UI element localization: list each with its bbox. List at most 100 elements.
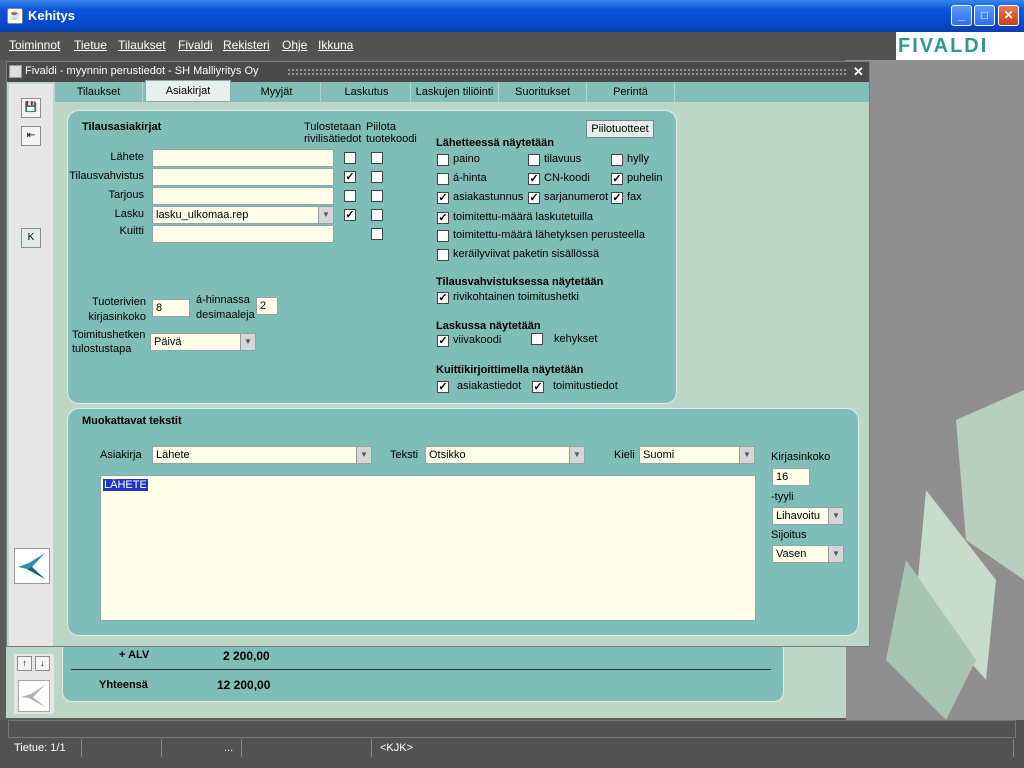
asiakastunnus-label: asiakastunnus [453, 191, 524, 203]
lahete-print-checkbox[interactable] [344, 152, 356, 164]
totals-panel: + ALV 2 200,00 Yhteensä 12 200,00 [62, 640, 784, 702]
menu-ohje[interactable]: Ohje [282, 38, 307, 52]
picking-lines-checkbox[interactable] [437, 249, 449, 261]
tab-myyjat[interactable]: Myyjät [233, 82, 321, 102]
inner-close-button[interactable]: ✕ [853, 64, 864, 80]
tilausvahvistus-field[interactable] [152, 168, 334, 186]
lahete-field[interactable] [152, 149, 334, 167]
position-select[interactable]: Vasen ▼ [772, 545, 844, 563]
paino-checkbox[interactable] [437, 154, 449, 166]
lahete-hide-checkbox[interactable] [371, 152, 383, 164]
piilotuotteet-button[interactable]: Piilotuotteet [586, 120, 654, 138]
sarjanumerot-checkbox[interactable]: ✓ [528, 192, 540, 204]
tab-laskutus[interactable]: Laskutus [323, 82, 411, 102]
title-pattern [287, 68, 847, 76]
customer-info-checkbox[interactable]: ✓ [437, 381, 449, 393]
menu-tilaukset[interactable]: Tilaukset [118, 38, 166, 52]
tab-bar: Tilaukset Asiakirjat Myyjät Laskutus Las… [55, 80, 869, 102]
documents-title: Tilausasiakirjat [82, 121, 162, 133]
fax-checkbox[interactable]: ✓ [611, 192, 623, 204]
side-toolbar: 💾 ⇤ K [9, 84, 53, 646]
kieli-select[interactable]: Suomi ▼ [639, 446, 755, 464]
app-title-bar: ☕ Kehitys _ □ ✕ [0, 0, 1024, 32]
frames-label: kehykset [554, 333, 598, 345]
divider [71, 669, 771, 670]
frames-checkbox[interactable] [531, 333, 543, 345]
menu-fivaldi[interactable]: Fivaldi [178, 38, 213, 52]
font-size-field[interactable]: 8 [152, 299, 190, 317]
kieli-value: Suomi [643, 449, 675, 461]
lasku-hide-checkbox[interactable] [371, 209, 383, 221]
a-hinta-label: á-hinta [453, 172, 487, 184]
hide-product-code-header: Piilota tuotekoodi [366, 121, 417, 145]
maximize-button[interactable]: □ [974, 5, 995, 26]
app-title: Kehitys [28, 8, 75, 23]
tab-perinta[interactable]: Perintä [587, 82, 675, 102]
tab-asiakirjat[interactable]: Asiakirjat [145, 80, 231, 102]
barcode-checkbox[interactable]: ✓ [437, 335, 449, 347]
hylly-checkbox[interactable] [611, 154, 623, 166]
chevron-down-icon[interactable]: ▼ [828, 508, 843, 524]
menu-bar: Toiminnot Tietue Tilaukset Fivaldi Rekis… [0, 32, 1024, 60]
tarjous-print-checkbox[interactable] [344, 190, 356, 202]
tilavuus-checkbox[interactable] [528, 154, 540, 166]
font-size-field[interactable]: 16 [772, 468, 810, 486]
chevron-down-icon[interactable]: ▼ [240, 334, 255, 350]
delivery-info-checkbox[interactable]: ✓ [532, 381, 544, 393]
delivered-invoiced-checkbox[interactable]: ✓ [437, 212, 449, 224]
fivaldi-leaf-icon [18, 680, 50, 712]
font-style-value: Lihavoitu [776, 510, 821, 522]
teksti-select[interactable]: Otsikko ▼ [425, 446, 585, 464]
tilausvahvistus-hide-checkbox[interactable] [371, 171, 383, 183]
puhelin-checkbox[interactable]: ✓ [611, 173, 623, 185]
print-line-info-header: Tulostetaan rivilisätiedot [304, 121, 362, 145]
chevron-down-icon[interactable]: ▼ [828, 546, 843, 562]
tarjous-label: Tarjous [108, 189, 144, 201]
font-style-select[interactable]: Lihavoitu ▼ [772, 507, 844, 525]
asiakirja-select[interactable]: Lähete ▼ [152, 446, 372, 464]
tilausvahvistus-label: Tilausvahvistus [69, 170, 144, 182]
minimize-button[interactable]: _ [951, 5, 972, 26]
delivery-print-label: Toimitushetken tulostustapa [72, 329, 146, 355]
tab-suoritukset[interactable]: Suoritukset [499, 82, 587, 102]
tilausvahvistus-print-checkbox[interactable]: ✓ [344, 171, 356, 183]
k-button[interactable]: K [21, 228, 41, 248]
chevron-down-icon[interactable]: ▼ [569, 447, 584, 463]
arrow-down-icon[interactable]: ↓ [35, 656, 50, 671]
custom-text-area[interactable]: LÄHETE [100, 475, 756, 621]
window-icon [9, 65, 22, 78]
line-delivery-time-checkbox[interactable]: ✓ [437, 292, 449, 304]
leaf-decoration-icon [886, 390, 1024, 720]
menu-ikkuna[interactable]: Ikkuna [318, 38, 353, 52]
tab-tilaukset[interactable]: Tilaukset [55, 82, 143, 102]
chevron-down-icon[interactable]: ▼ [739, 447, 754, 463]
delivered-shipment-checkbox[interactable] [437, 230, 449, 242]
save-icon[interactable]: 💾 [21, 98, 41, 118]
chevron-down-icon[interactable]: ▼ [356, 447, 371, 463]
lasku-select[interactable]: lasku_ulkomaa.rep ▼ [152, 206, 334, 224]
kuitti-hide-checkbox[interactable] [371, 228, 383, 240]
teksti-label: Teksti [390, 449, 419, 461]
menu-rekisteri[interactable]: Rekisteri [223, 38, 270, 52]
tarjous-field[interactable] [152, 187, 334, 205]
asiakastunnus-checkbox[interactable]: ✓ [437, 192, 449, 204]
teksti-value: Otsikko [429, 449, 466, 461]
decimals-field[interactable]: 2 [256, 297, 278, 315]
lasku-print-checkbox[interactable]: ✓ [344, 209, 356, 221]
chevron-down-icon[interactable]: ▼ [318, 207, 333, 223]
close-button[interactable]: ✕ [998, 5, 1019, 26]
delivery-print-select[interactable]: Päivä ▼ [150, 333, 256, 351]
lasku-value: lasku_ulkomaa.rep [156, 209, 249, 221]
a-hinta-checkbox[interactable] [437, 173, 449, 185]
puhelin-label: puhelin [627, 172, 663, 184]
kuitti-field[interactable] [152, 225, 334, 243]
exit-icon[interactable]: ⇤ [21, 126, 41, 146]
menu-tietue[interactable]: Tietue [74, 38, 107, 52]
tarjous-hide-checkbox[interactable] [371, 190, 383, 202]
tab-laskujen-tilointi[interactable]: Laskujen tiliöinti [411, 82, 499, 102]
arrow-up-icon[interactable]: ↑ [17, 656, 32, 671]
cn-koodi-checkbox[interactable]: ✓ [528, 173, 540, 185]
menu-toiminnot[interactable]: Toiminnot [9, 38, 60, 52]
decimals-label: á-hinnassa desimaaleja [196, 294, 255, 321]
asiakirja-label: Asiakirja [100, 449, 142, 461]
